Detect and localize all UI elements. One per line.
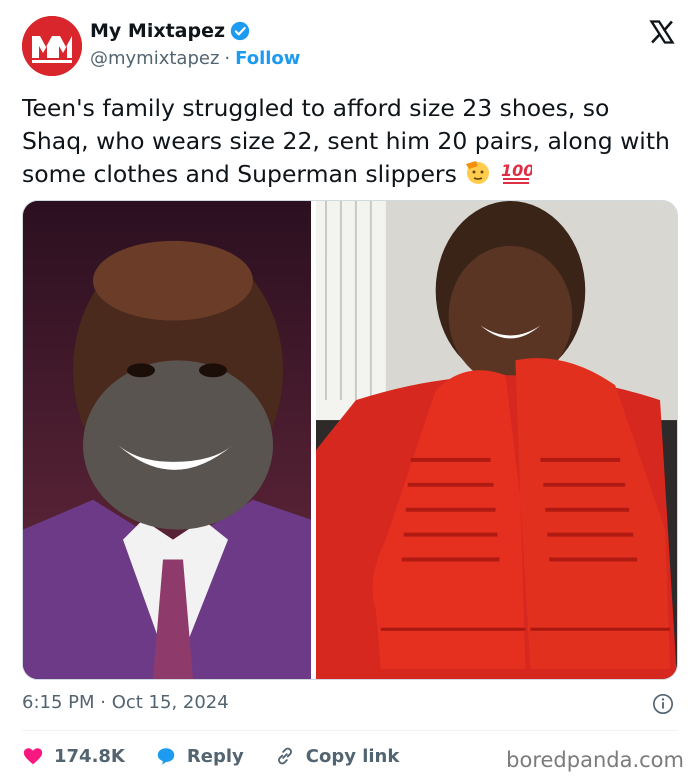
avatar[interactable]: [22, 16, 82, 76]
copy-link-button[interactable]: Copy link: [274, 745, 400, 767]
tweet-body: Teen's family struggled to afford size 2…: [22, 94, 670, 188]
verified-badge-icon: [230, 21, 250, 41]
heart-icon: [22, 745, 44, 767]
like-button[interactable]: 174.8K: [22, 745, 125, 767]
photo-teen-shoes[interactable]: [316, 201, 677, 679]
photo-shaq[interactable]: [23, 201, 311, 679]
tweet-header: My Mixtapez @mymixtapez · Follow: [22, 14, 682, 76]
account-handle[interactable]: @mymixtapez: [90, 48, 219, 69]
svg-text:100: 100: [501, 161, 532, 180]
link-icon: [274, 745, 296, 767]
boredpanda-watermark: boredpanda.com: [506, 748, 684, 772]
saluting-face-icon: [464, 158, 492, 195]
divider: [22, 730, 678, 731]
info-icon[interactable]: [652, 693, 674, 715]
tweet-timestamp[interactable]: 6:15 PM · Oct 15, 2024: [22, 692, 229, 713]
reply-button[interactable]: Reply: [155, 745, 244, 767]
likes-count: 174.8K: [54, 745, 125, 767]
media-grid[interactable]: [22, 200, 678, 680]
copy-link-label: Copy link: [305, 745, 400, 767]
follow-button[interactable]: Follow: [235, 48, 300, 69]
action-bar: 174.8K Reply Copy link: [22, 742, 429, 770]
reply-bubble-icon: [155, 745, 177, 767]
reply-label: Reply: [186, 745, 244, 767]
separator-dot: ·: [224, 48, 231, 69]
hundred-points-icon: 100: [500, 158, 534, 195]
tweet-text: Teen's family struggled to afford size 2…: [22, 92, 682, 195]
mymixtapez-logo-icon: [22, 16, 82, 76]
x-logo-icon[interactable]: [648, 18, 676, 46]
account-name[interactable]: My Mixtapez: [90, 20, 225, 42]
